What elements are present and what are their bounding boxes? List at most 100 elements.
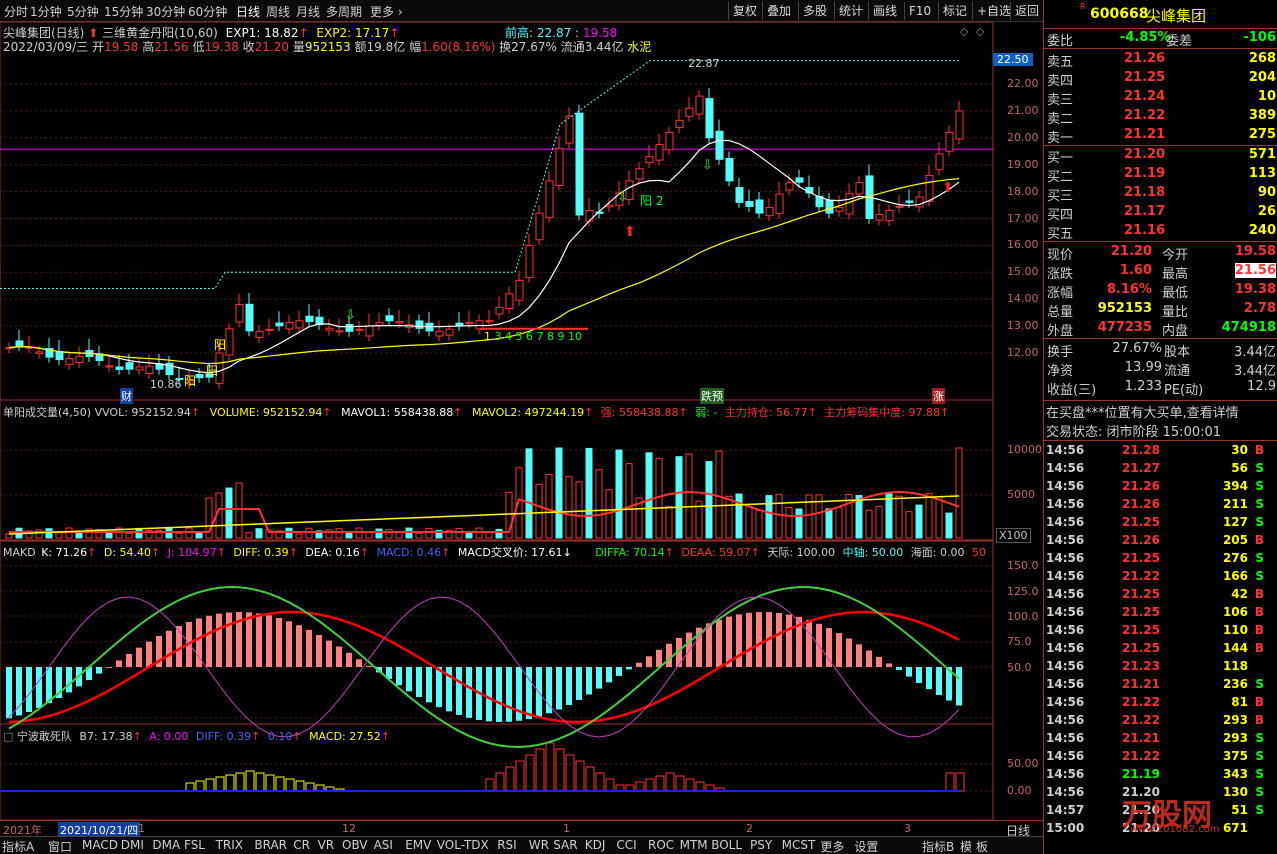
indicator-tab-0[interactable]: 指标A xyxy=(2,838,34,854)
volume-bar xyxy=(575,481,583,539)
indicator-tab-right-2[interactable]: 板 xyxy=(976,838,988,854)
makd-bar xyxy=(306,629,312,667)
nb-bar xyxy=(695,781,705,792)
bid-row[interactable]: 买三 21.18 90 xyxy=(1044,184,1277,204)
nb-bar xyxy=(655,775,665,792)
tick-side: S xyxy=(1255,551,1264,565)
tick-volume: 81 xyxy=(1231,695,1248,709)
rise-marker[interactable]: 涨 xyxy=(932,388,945,404)
nb-bar xyxy=(645,778,655,792)
indicator-tab-3[interactable]: DMI xyxy=(121,838,144,852)
indicator-tab-right-0[interactable]: 指标B xyxy=(922,838,954,854)
candle-body xyxy=(445,328,454,336)
bid-row[interactable]: 买五 21.16 240 xyxy=(1044,222,1277,242)
indicator-tab-20[interactable]: MTM xyxy=(680,838,708,852)
makd-bar xyxy=(636,662,642,667)
up-arrow-icon: ⬆ xyxy=(624,224,636,240)
indicator-tab-24[interactable]: 更多 xyxy=(820,838,844,854)
price-tick: 22.00 xyxy=(1007,77,1039,90)
tick-price: 21.26 xyxy=(1122,479,1160,493)
candle-body xyxy=(15,340,24,347)
indicator-tab-17[interactable]: KDJ xyxy=(585,838,606,852)
indicator-tab-5[interactable]: FSL xyxy=(184,838,205,852)
indicator-tab-22[interactable]: PSY xyxy=(750,838,772,852)
price-tick: 18.00 xyxy=(1007,185,1039,198)
level-volume: 275 xyxy=(1248,127,1276,142)
indicator-tab-25[interactable]: 设置 xyxy=(854,838,878,854)
ask-row[interactable]: 卖二 21.22 389 xyxy=(1044,107,1277,127)
volume-bar xyxy=(825,508,833,539)
candle-body xyxy=(775,193,784,214)
drop-warning-marker[interactable]: 跌预 xyxy=(700,388,724,404)
stat-label: 收益(三) xyxy=(1047,383,1097,398)
finance-marker[interactable]: 财 xyxy=(120,388,133,404)
indicator-tab-6[interactable]: TRIX xyxy=(216,838,243,852)
indicator-tab-13[interactable]: VOL-TDX xyxy=(437,838,489,852)
ask-row[interactable]: 卖三 21.24 10 xyxy=(1044,88,1277,108)
level-price: 21.20 xyxy=(1124,147,1166,162)
stat-row: 净资 13.99 流通 3.44亿 xyxy=(1044,359,1277,379)
nb-bar xyxy=(225,774,235,792)
ask-row[interactable]: 卖一 21.21 275 xyxy=(1044,126,1277,146)
tick-side: S xyxy=(1255,497,1264,511)
volume-bar xyxy=(475,527,483,539)
tick-row: 15:00 21.20 671 xyxy=(1044,821,1277,839)
ask-row[interactable]: 卖四 21.25 204 xyxy=(1044,69,1277,89)
indicator-tab-12[interactable]: EMV xyxy=(405,838,431,852)
makd-bar xyxy=(646,656,652,667)
candle-body xyxy=(855,182,864,195)
trade-status: 交易状态: 闭市阶段 15:00:01 xyxy=(1046,425,1222,440)
indicator-tab-9[interactable]: VR xyxy=(318,838,335,852)
level-label: 卖五 xyxy=(1047,55,1074,70)
indicator-tab-18[interactable]: CCI xyxy=(616,838,636,852)
makd-bar xyxy=(606,667,612,683)
settings-icon[interactable]: □ xyxy=(3,730,13,743)
tick-time: 14:56 xyxy=(1046,461,1085,475)
indicator-tab-10[interactable]: OBV xyxy=(342,838,368,852)
indicator-tab-2[interactable]: MACD xyxy=(82,838,118,852)
indicator-tab-15[interactable]: WR xyxy=(529,838,549,852)
tick-side: S xyxy=(1255,515,1264,529)
indicator-tab-right-1[interactable]: 模 xyxy=(960,838,972,854)
makd-bar xyxy=(6,667,12,719)
makd-tick: 150.0 xyxy=(1007,559,1039,572)
volume-bar xyxy=(345,532,353,539)
indicator-tab-11[interactable]: ASI xyxy=(374,838,393,852)
stock-header: R 600668 尖峰集团 xyxy=(1044,2,1277,26)
indicator-tab-4[interactable]: DMA xyxy=(152,838,180,852)
bid-row[interactable]: 买一 21.20 571 xyxy=(1044,146,1277,166)
indicator-tab-1[interactable]: 窗口 xyxy=(48,838,72,854)
indicator-tab-21[interactable]: BOLL xyxy=(711,838,742,852)
tick-row: 14:57 21.20 51 S xyxy=(1044,803,1277,821)
tick-price: 21.26 xyxy=(1122,497,1160,511)
indicator-tab-7[interactable]: BRAR xyxy=(254,838,287,852)
tick-volume: 127 xyxy=(1222,515,1248,529)
indicator-tab-19[interactable]: ROC xyxy=(648,838,674,852)
tick-volume: 211 xyxy=(1222,497,1248,511)
candle-body xyxy=(655,144,664,161)
indicator-tab-23[interactable]: MCST xyxy=(782,838,816,852)
bid-row[interactable]: 买四 21.17 26 xyxy=(1044,203,1277,223)
volume-bar xyxy=(895,495,903,539)
big-order-message[interactable]: 在买盘***位置有大买单,查看详情 xyxy=(1044,400,1277,421)
volume-bar xyxy=(915,504,923,539)
candle-body xyxy=(525,244,534,279)
quote-label: 总量 xyxy=(1047,305,1074,320)
indicator-tab-14[interactable]: RSI xyxy=(497,838,517,852)
makd-bar xyxy=(316,634,322,667)
level-price: 21.25 xyxy=(1124,70,1166,85)
makd-bar xyxy=(286,621,292,667)
quote-label: 最高 xyxy=(1162,267,1189,282)
candle-body xyxy=(385,315,394,322)
tick-time: 14:56 xyxy=(1046,623,1085,637)
quote-value: 19.58 xyxy=(1234,244,1276,259)
indicator-tab-16[interactable]: SAR xyxy=(553,838,577,852)
indicator-tab-8[interactable]: CR xyxy=(293,838,310,852)
volume-bar xyxy=(135,527,143,539)
makd-bar xyxy=(706,623,712,667)
ask-row[interactable]: 卖五 21.26 268 xyxy=(1044,50,1277,70)
candle-body xyxy=(895,205,904,208)
volume-bar xyxy=(735,493,743,539)
volume-bar xyxy=(415,532,423,539)
bid-row[interactable]: 买二 21.19 113 xyxy=(1044,165,1277,185)
